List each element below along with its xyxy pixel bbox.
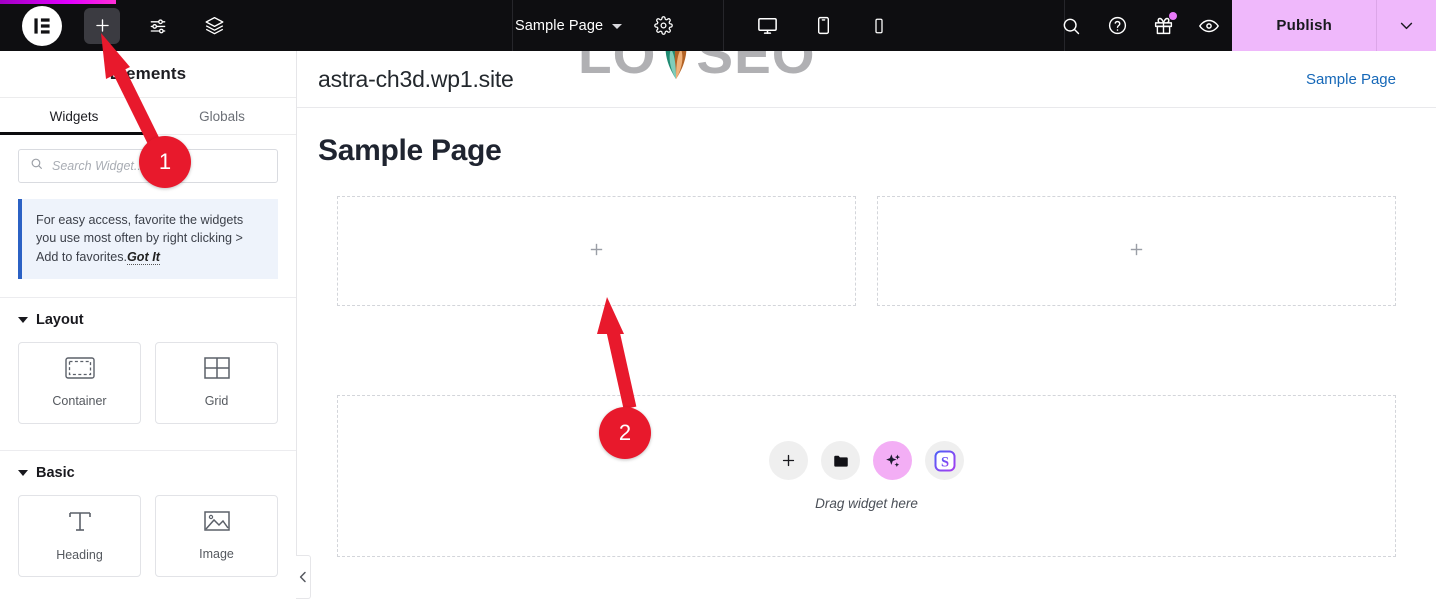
mobile-view-button[interactable] xyxy=(865,12,893,40)
gear-icon[interactable] xyxy=(648,11,678,41)
site-nav-link[interactable]: Sample Page xyxy=(1306,71,1396,88)
caret-down-icon xyxy=(18,316,28,323)
tab-globals[interactable]: Globals xyxy=(148,98,296,134)
annotation-badge-2-label: 2 xyxy=(618,420,632,445)
layers-icon[interactable] xyxy=(196,8,232,44)
plus-icon[interactable] xyxy=(588,240,605,262)
elementor-editor: Sample Page Publish LO SEO Elements Widg… xyxy=(0,0,1436,599)
containers-row xyxy=(297,196,1436,306)
widget-image[interactable]: Image xyxy=(155,494,278,577)
gift-notification-dot xyxy=(1169,12,1178,20)
annotation-badge-1-label: 1 xyxy=(158,149,172,174)
section-basic-title: Basic xyxy=(36,464,75,481)
image-icon xyxy=(203,510,230,537)
s-badge-button[interactable]: S xyxy=(925,441,964,480)
section-basic-header[interactable]: Basic xyxy=(18,465,278,481)
widget-image-label: Image xyxy=(199,547,234,562)
publish-button-label: Publish xyxy=(1276,17,1332,34)
add-element-button[interactable] xyxy=(769,441,808,480)
loading-progress-bar xyxy=(0,0,116,4)
dropzone-buttons: S xyxy=(769,441,964,480)
empty-container-left[interactable] xyxy=(337,196,856,306)
heading-text-icon xyxy=(67,509,93,538)
publish-button[interactable]: Publish xyxy=(1232,0,1376,51)
section-layout-title: Layout xyxy=(36,311,84,328)
section-layout: Layout Container Grid xyxy=(0,296,296,432)
favorites-notice: For easy access, favorite the widgets yo… xyxy=(18,199,278,279)
page-selector[interactable]: Sample Page xyxy=(515,17,623,34)
device-view-switcher xyxy=(725,0,921,51)
container-icon xyxy=(64,357,95,384)
widget-container-label: Container xyxy=(52,394,107,409)
eye-icon[interactable] xyxy=(1186,0,1232,51)
elements-panel: Elements Widgets Globals Search Widget..… xyxy=(0,51,297,599)
section-basic: Basic Heading Image xyxy=(0,449,296,585)
panel-title: Elements xyxy=(109,64,187,83)
page-title: Sample Page xyxy=(318,134,502,167)
widget-dropzone[interactable]: S Drag widget here xyxy=(337,395,1396,557)
desktop-view-button[interactable] xyxy=(753,12,781,40)
gift-icon[interactable] xyxy=(1140,0,1186,51)
add-element-toolbar-button[interactable] xyxy=(84,7,120,44)
widget-grid-label: Grid xyxy=(204,394,229,409)
chevron-down-icon xyxy=(612,24,623,29)
question-circle-icon[interactable] xyxy=(1094,0,1140,51)
search-icon xyxy=(30,157,43,175)
editor-top-bar: Sample Page Publish xyxy=(0,0,1436,51)
elementor-logo-icon[interactable] xyxy=(22,5,62,46)
search-icon[interactable] xyxy=(1048,0,1094,51)
publish-options-button[interactable] xyxy=(1376,0,1436,51)
caret-down-icon xyxy=(18,469,28,476)
widget-heading-label: Heading xyxy=(56,548,103,563)
empty-container-right[interactable] xyxy=(877,196,1396,306)
svg-text:S: S xyxy=(940,454,948,470)
annotation-badge-2: 2 xyxy=(599,407,651,459)
widget-grid[interactable]: Grid xyxy=(155,341,278,424)
tab-globals-label: Globals xyxy=(199,108,245,124)
add-template-button[interactable] xyxy=(821,441,860,480)
page-canvas: astra-ch3d.wp1.site Sample Page Sample P… xyxy=(297,51,1436,599)
dropzone-label: Drag widget here xyxy=(815,496,918,511)
widget-heading[interactable]: Heading xyxy=(18,494,141,577)
tab-widgets-label: Widgets xyxy=(49,108,99,124)
sliders-icon[interactable] xyxy=(140,8,176,44)
page-selector-label: Sample Page xyxy=(515,17,604,34)
grid-icon xyxy=(203,357,230,384)
tablet-view-button[interactable] xyxy=(809,12,837,40)
ai-button[interactable] xyxy=(873,441,912,480)
site-header: astra-ch3d.wp1.site Sample Page xyxy=(297,51,1436,108)
panel-tabs: Widgets Globals xyxy=(0,97,296,135)
tab-widgets[interactable]: Widgets xyxy=(0,98,148,135)
got-it-link[interactable]: Got It xyxy=(127,249,160,265)
annotation-badge-1: 1 xyxy=(139,136,191,188)
site-title: astra-ch3d.wp1.site xyxy=(318,65,514,92)
section-layout-header[interactable]: Layout xyxy=(18,312,278,328)
panel-collapse-handle[interactable] xyxy=(296,555,311,599)
widget-container[interactable]: Container xyxy=(18,341,141,424)
plus-icon[interactable] xyxy=(1128,240,1145,262)
